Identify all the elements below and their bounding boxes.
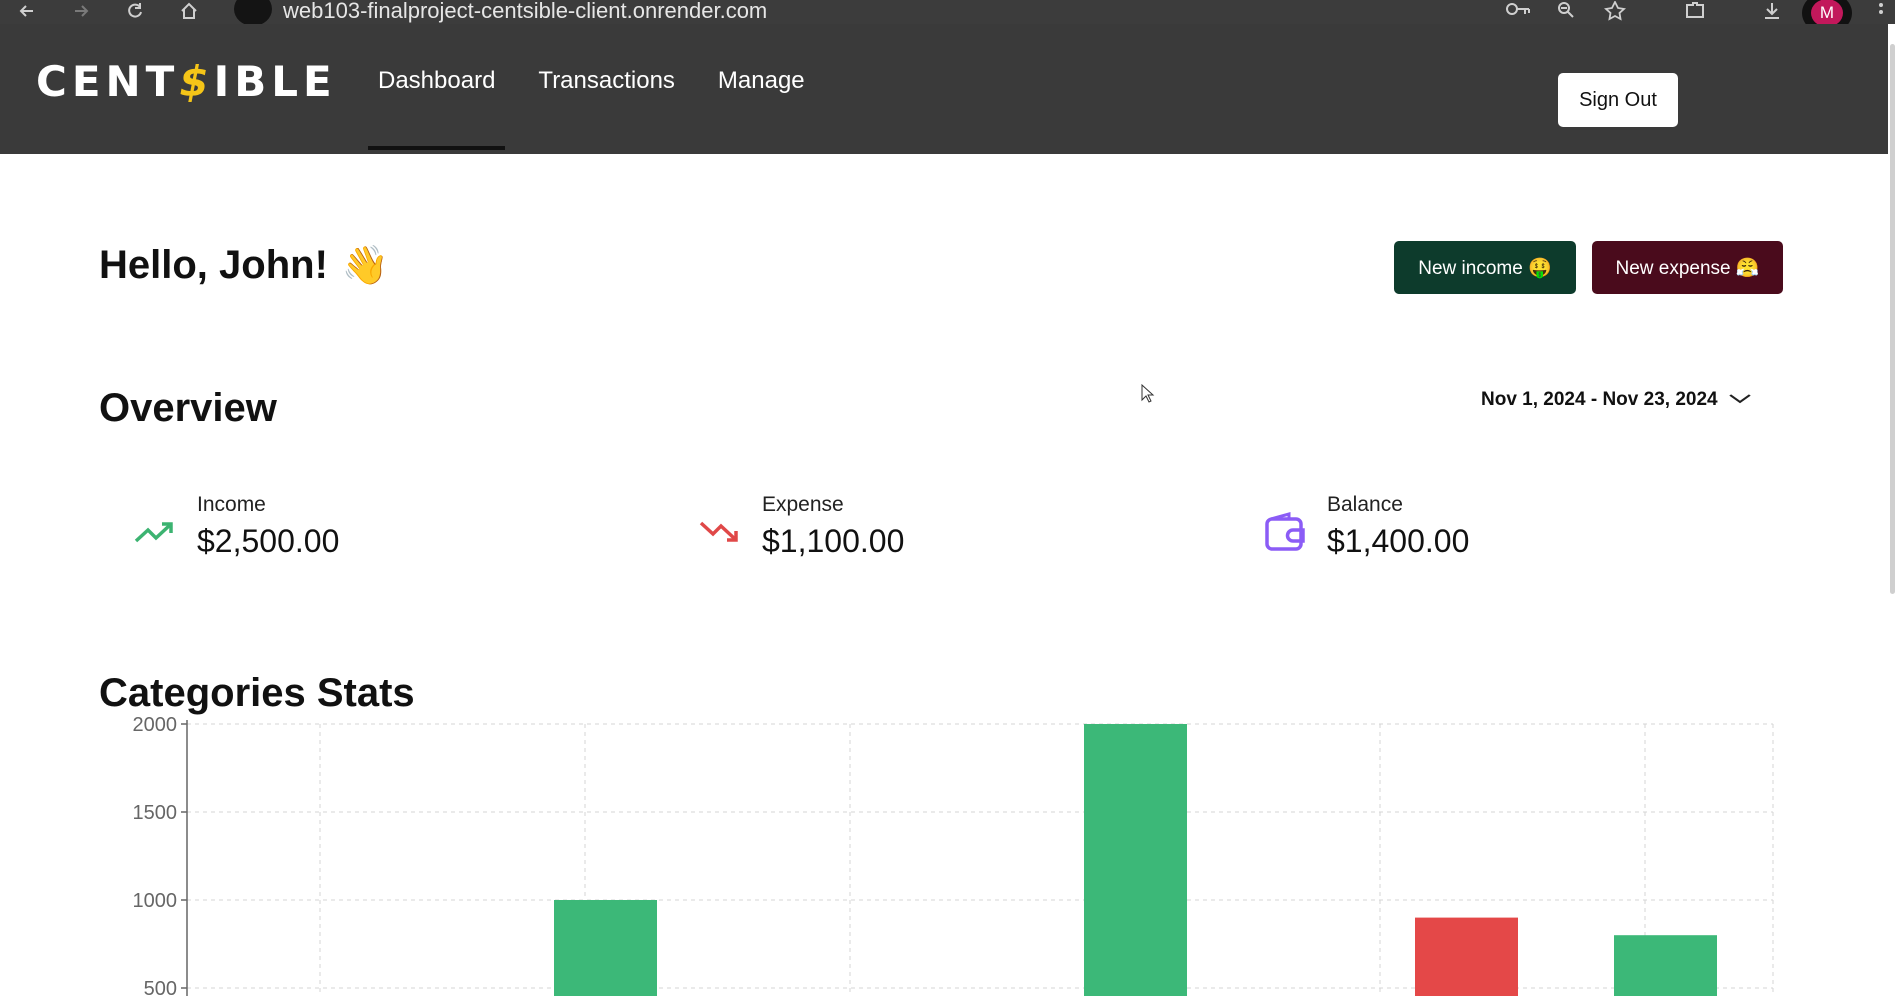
logo-text-right: IBLE bbox=[213, 56, 337, 106]
scrollbar[interactable] bbox=[1890, 44, 1895, 594]
chevron-down-icon bbox=[1728, 391, 1751, 409]
chart-bar bbox=[554, 900, 657, 996]
date-range-text: Nov 1, 2024 - Nov 23, 2024 bbox=[1481, 389, 1718, 410]
stat-expense: Expense $1,100.00 bbox=[698, 493, 904, 560]
stat-balance-label: Balance bbox=[1327, 493, 1403, 516]
reload-icon[interactable] bbox=[120, 0, 150, 22]
stat-expense-label: Expense bbox=[762, 493, 844, 516]
categories-chart: 2000 1500 1000 500 bbox=[133, 716, 1774, 996]
back-icon[interactable] bbox=[12, 0, 42, 22]
chart-bar bbox=[1614, 935, 1717, 996]
browser-toolbar: web103-finalproject-centsible-client.onr… bbox=[0, 0, 1895, 34]
trending-up-icon bbox=[133, 511, 177, 555]
stat-income-label: Income bbox=[197, 493, 266, 516]
zoom-icon[interactable] bbox=[1551, 0, 1581, 22]
stat-balance: Balance $1,400.00 bbox=[1263, 493, 1469, 560]
profile-initial: M bbox=[1811, 0, 1843, 27]
logo[interactable]: CENT $ IBLE bbox=[36, 56, 337, 106]
new-expense-button[interactable]: New expense 😤 bbox=[1592, 241, 1783, 294]
chart-y-tick-label: 500 bbox=[144, 978, 177, 996]
app-header: CENT $ IBLE Dashboard Transactions Manag… bbox=[0, 24, 1888, 154]
nav-transactions[interactable]: Transactions bbox=[530, 60, 683, 102]
logo-dollar-icon: $ bbox=[179, 56, 214, 106]
star-icon[interactable] bbox=[1600, 0, 1630, 22]
key-icon[interactable] bbox=[1503, 0, 1533, 22]
main-nav: Dashboard Transactions Manage bbox=[367, 60, 840, 150]
greeting-text: Hello, John! bbox=[99, 243, 328, 287]
new-income-button[interactable]: New income 🤑 bbox=[1394, 241, 1576, 294]
forward-icon[interactable] bbox=[66, 0, 96, 22]
trending-down-icon bbox=[698, 511, 742, 555]
greeting: Hello, John! 👋 bbox=[99, 243, 389, 288]
url-text[interactable]: web103-finalproject-centsible-client.onr… bbox=[283, 0, 767, 24]
wave-emoji: 👋 bbox=[341, 245, 390, 287]
nav-manage[interactable]: Manage bbox=[710, 60, 813, 102]
chart-y-tick-label: 1500 bbox=[133, 802, 178, 824]
home-icon[interactable] bbox=[174, 0, 204, 22]
categories-title: Categories Stats bbox=[99, 671, 415, 715]
extensions-icon[interactable] bbox=[1680, 0, 1710, 22]
chart-y-tick-label: 2000 bbox=[133, 716, 178, 736]
site-info-icon[interactable] bbox=[234, 0, 272, 26]
stat-expense-value: $1,100.00 bbox=[762, 523, 905, 559]
sign-out-button[interactable]: Sign Out bbox=[1558, 73, 1678, 127]
chart-y-tick-label: 1000 bbox=[133, 890, 178, 912]
menu-icon[interactable] bbox=[1866, 0, 1895, 22]
stat-balance-value: $1,400.00 bbox=[1327, 523, 1470, 559]
nav-dashboard[interactable]: Dashboard bbox=[367, 60, 506, 150]
chart-bar bbox=[1084, 724, 1187, 996]
overview-title: Overview bbox=[99, 386, 277, 430]
date-range-picker[interactable]: Nov 1, 2024 - Nov 23, 2024 bbox=[1481, 389, 1751, 411]
wallet-icon bbox=[1263, 511, 1307, 555]
mouse-cursor-icon bbox=[1141, 384, 1155, 403]
logo-text-left: CENT bbox=[36, 56, 180, 106]
chart-bar bbox=[1415, 917, 1518, 996]
stat-income: Income $2,500.00 bbox=[133, 493, 339, 560]
stat-income-value: $2,500.00 bbox=[197, 523, 340, 559]
download-icon[interactable] bbox=[1757, 0, 1787, 22]
